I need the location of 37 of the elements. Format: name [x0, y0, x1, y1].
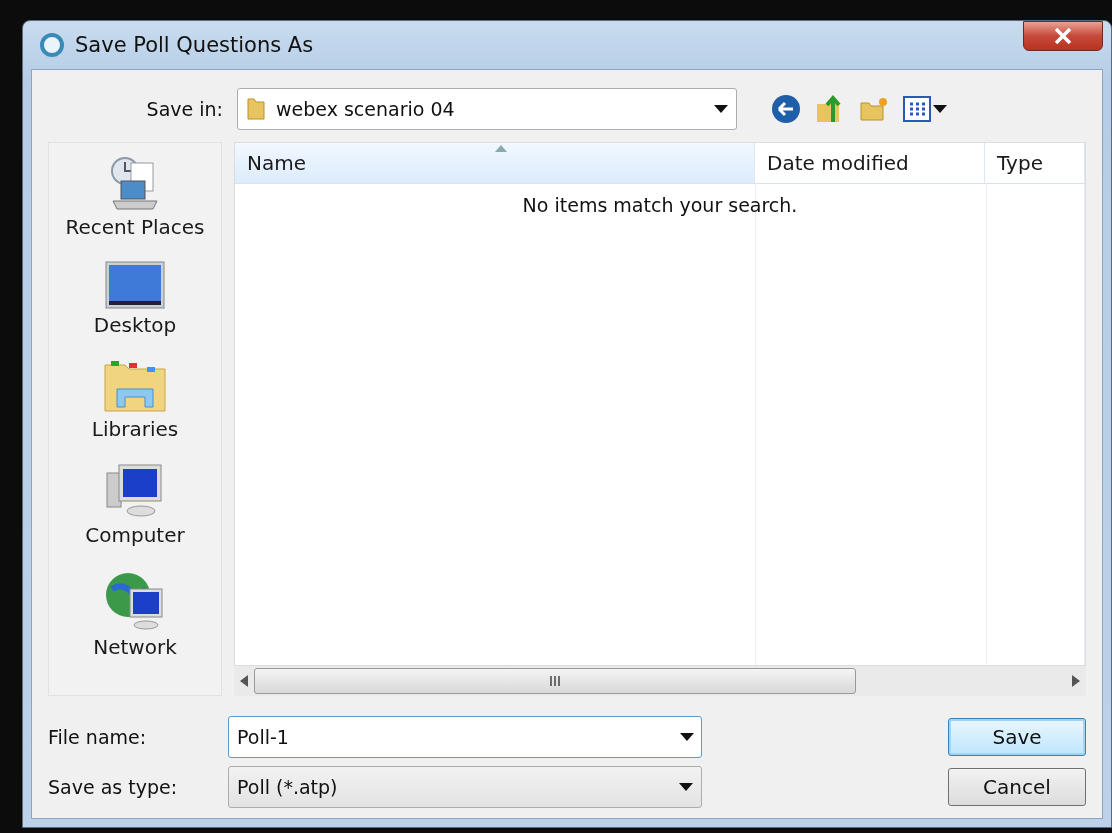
back-button[interactable]: [771, 94, 801, 124]
places-item[interactable]: Network: [89, 567, 181, 661]
save-button[interactable]: Save: [948, 718, 1086, 756]
folder-icon: [103, 359, 167, 413]
cancel-button[interactable]: Cancel: [948, 768, 1086, 806]
dropdown-arrow-icon[interactable]: [679, 783, 693, 791]
places-item[interactable]: Desktop: [89, 259, 181, 339]
ring-app-icon: [39, 32, 65, 58]
window-title: Save Poll Questions As: [75, 33, 315, 57]
sort-arrow-icon: [494, 145, 507, 152]
scrollbar-thumb[interactable]: [254, 668, 856, 694]
scroll-left-icon: [240, 675, 248, 687]
horizontal-scrollbar[interactable]: [234, 666, 1086, 696]
grip-icon: [549, 676, 561, 686]
file-name-field[interactable]: Poll-1: [228, 716, 702, 758]
close-icon: [1054, 28, 1072, 44]
empty-message: No items match your search.: [521, 194, 799, 216]
dropdown-arrow-icon[interactable]: [714, 105, 728, 113]
save-as-type-label: Save as type:: [48, 776, 179, 798]
dropdown-arrow-icon[interactable]: [680, 733, 694, 741]
places-item[interactable]: Computer: [81, 461, 189, 549]
folder-icon: [246, 97, 266, 121]
view-menu-button[interactable]: [903, 96, 947, 122]
places-item[interactable]: Libraries: [87, 357, 183, 443]
column-header[interactable]: Name: [235, 143, 755, 183]
close-button[interactable]: [1023, 21, 1103, 51]
file-name-label: File name:: [48, 726, 148, 748]
scroll-right-icon: [1072, 675, 1080, 687]
computer-icon: [105, 463, 165, 519]
new-folder-icon: [859, 95, 889, 123]
grid-view-icon: [903, 96, 931, 122]
location-dropdown[interactable]: webex scenario 04: [237, 88, 737, 130]
dropdown-arrow-icon[interactable]: [933, 105, 947, 113]
monitor-icon: [105, 261, 165, 309]
places-item[interactable]: Recent Places: [61, 153, 209, 241]
file-type-dropdown[interactable]: Poll (*.atp): [228, 766, 702, 808]
save-in-label: Save in:: [145, 98, 223, 120]
